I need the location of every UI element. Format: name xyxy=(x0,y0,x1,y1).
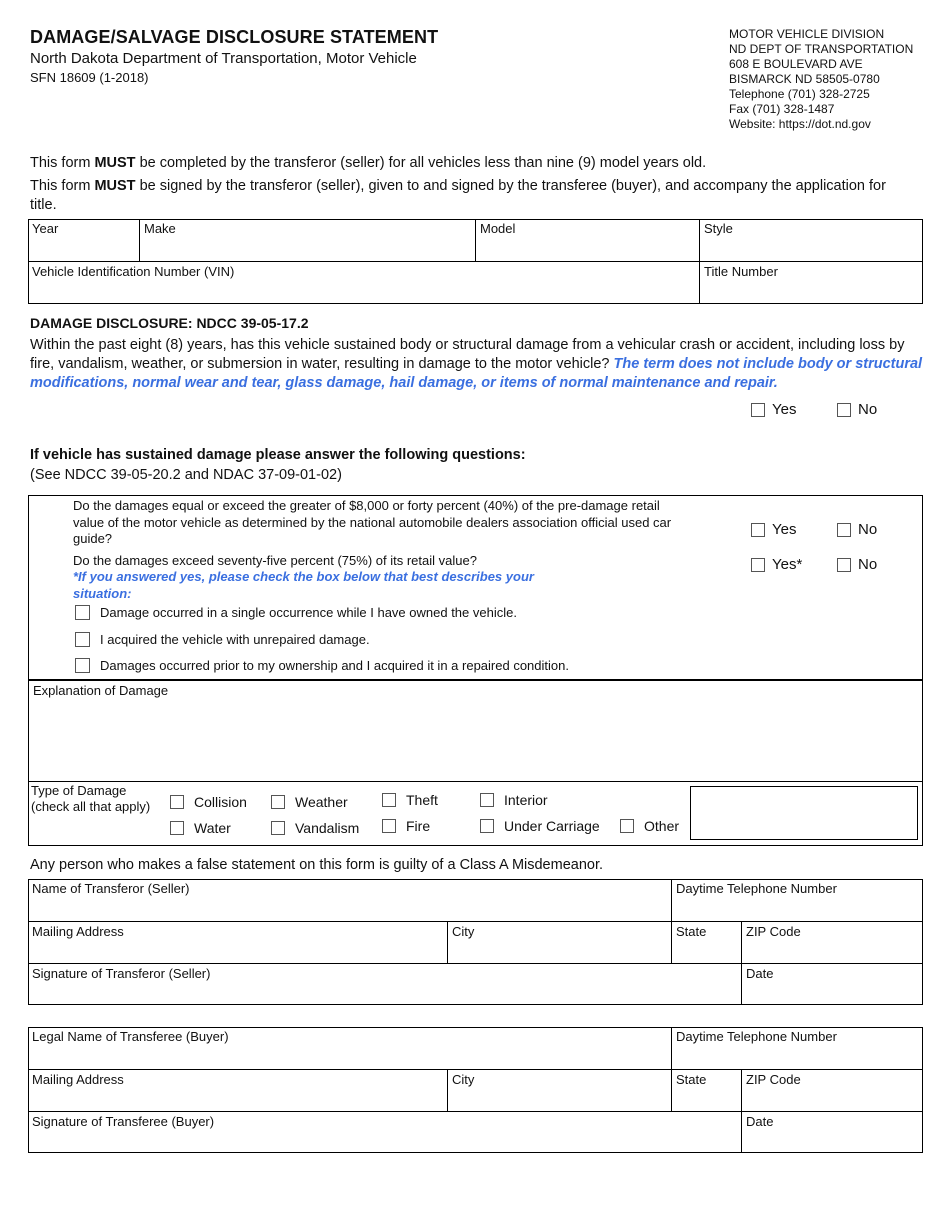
address-line: Fax (701) 328-1487 xyxy=(729,102,835,116)
theft-checkbox[interactable] xyxy=(382,793,396,807)
question-2: Do the damages exceed seventy-five perce… xyxy=(73,553,477,568)
buyer-info-table: Legal Name of Transferee (Buyer) Daytime… xyxy=(28,1027,923,1153)
vin-field[interactable]: Vehicle Identification Number (VIN) xyxy=(28,261,699,303)
address-line: Telephone (701) 328-2725 xyxy=(729,87,870,101)
vandalism-checkbox[interactable] xyxy=(271,821,285,835)
seller-date-field[interactable]: Date xyxy=(741,963,923,1005)
situation-checkbox-3[interactable] xyxy=(75,658,90,673)
buyer-name-field[interactable]: Legal Name of Transferee (Buyer) xyxy=(28,1027,671,1069)
buyer-phone-field[interactable]: Daytime Telephone Number xyxy=(671,1027,923,1069)
buyer-date-field[interactable]: Date xyxy=(741,1111,923,1153)
style-field[interactable]: Style xyxy=(699,219,923,261)
followup-questions-box: Do the damages equal or exceed the great… xyxy=(28,495,923,680)
address-line: MOTOR VEHICLE DIVISION xyxy=(729,27,885,41)
agency-address: MOTOR VEHICLE DIVISION ND DEPT OF TRANSP… xyxy=(729,27,913,132)
situation-checkbox-1[interactable] xyxy=(75,605,90,620)
buyer-address-field[interactable]: Mailing Address xyxy=(28,1069,447,1111)
situation-option-2[interactable]: I acquired the vehicle with unrepaired d… xyxy=(75,632,370,647)
q2-no-checkbox[interactable] xyxy=(837,557,851,572)
intro-paragraph-2: This form MUST be signed by the transfer… xyxy=(30,178,886,213)
buyer-zip-field[interactable]: ZIP Code xyxy=(741,1069,923,1111)
disclosure-heading: DAMAGE DISCLOSURE: NDCC 39-05-17.2 xyxy=(30,315,309,331)
form-subtitle: North Dakota Department of Transportatio… xyxy=(30,50,417,67)
seller-state-field[interactable]: State xyxy=(671,921,741,963)
damage-type-label: Type of Damage (check all that apply) xyxy=(31,783,151,814)
other-checkbox[interactable] xyxy=(620,819,634,833)
model-field[interactable]: Model xyxy=(475,219,699,261)
q2-note: *If you answered yes, please check the b… xyxy=(73,569,534,601)
seller-name-field[interactable]: Name of Transferor (Seller) xyxy=(28,879,671,921)
form-number: SFN 18609 (1-2018) xyxy=(30,70,149,85)
vehicle-info-table: Year Make Model Style Vehicle Identifica… xyxy=(28,219,923,304)
q2-yes-checkbox[interactable] xyxy=(751,557,765,572)
situation-option-1[interactable]: Damage occurred in a single occurrence w… xyxy=(75,605,517,620)
form-title: DAMAGE/SALVAGE DISCLOSURE STATEMENT xyxy=(30,27,439,47)
seller-phone-field[interactable]: Daytime Telephone Number xyxy=(671,879,923,921)
damage-vandalism-option[interactable]: Vandalism xyxy=(271,820,359,836)
damage-water-option[interactable]: Water xyxy=(170,820,231,836)
collision-checkbox[interactable] xyxy=(170,795,184,809)
damage-undercarriage-option[interactable]: Under Carriage xyxy=(480,818,600,834)
water-checkbox[interactable] xyxy=(170,821,184,835)
q1-yes-option[interactable]: Yes xyxy=(751,521,796,538)
buyer-city-field[interactable]: City xyxy=(447,1069,671,1111)
address-line: 608 E BOULEVARD AVE xyxy=(729,57,863,71)
damage-other-option[interactable]: Other xyxy=(620,818,679,834)
q1-no-option[interactable]: No xyxy=(837,521,877,538)
fire-checkbox[interactable] xyxy=(382,819,396,833)
interior-checkbox[interactable] xyxy=(480,793,494,807)
seller-city-field[interactable]: City xyxy=(447,921,671,963)
situation-option-3[interactable]: Damages occurred prior to my ownership a… xyxy=(75,658,569,673)
damage-fire-option[interactable]: Fire xyxy=(382,818,430,834)
address-line: ND DEPT OF TRANSPORTATION xyxy=(729,42,914,56)
damage-weather-option[interactable]: Weather xyxy=(271,794,348,810)
followup-heading: If vehicle has sustained damage please a… xyxy=(30,447,526,463)
other-damage-input[interactable] xyxy=(690,786,918,840)
explanation-field[interactable]: Explanation of Damage xyxy=(29,681,922,781)
followup-reference: (See NDCC 39-05-20.2 and NDAC 37-09-01-0… xyxy=(30,467,342,483)
buyer-state-field[interactable]: State xyxy=(671,1069,741,1111)
q2-no-option[interactable]: No xyxy=(837,556,877,573)
seller-address-field[interactable]: Mailing Address xyxy=(28,921,447,963)
damage-details-box: Explanation of Damage Type of Damage (ch… xyxy=(28,680,923,846)
damage-interior-option[interactable]: Interior xyxy=(480,792,548,808)
buyer-signature-field[interactable]: Signature of Transferee (Buyer) xyxy=(28,1111,741,1153)
q1-no-checkbox[interactable] xyxy=(837,522,851,537)
weather-checkbox[interactable] xyxy=(271,795,285,809)
disclosure-yes-checkbox[interactable] xyxy=(751,402,765,417)
disclosure-no-checkbox[interactable] xyxy=(837,402,851,417)
disclosure-no-option[interactable]: No xyxy=(837,401,877,418)
divider xyxy=(29,781,922,782)
q1-yes-checkbox[interactable] xyxy=(751,522,765,537)
damage-theft-option[interactable]: Theft xyxy=(382,792,438,808)
misdemeanor-warning: Any person who makes a false statement o… xyxy=(30,857,604,873)
seller-zip-field[interactable]: ZIP Code xyxy=(741,921,923,963)
address-line: BISMARCK ND 58505-0780 xyxy=(729,72,880,86)
under-carriage-checkbox[interactable] xyxy=(480,819,494,833)
make-field[interactable]: Make xyxy=(139,219,475,261)
title-number-field[interactable]: Title Number xyxy=(699,261,923,303)
disclosure-yes-option[interactable]: Yes xyxy=(751,401,796,418)
situation-checkbox-2[interactable] xyxy=(75,632,90,647)
seller-signature-field[interactable]: Signature of Transferor (Seller) xyxy=(28,963,741,1005)
year-field[interactable]: Year xyxy=(28,219,139,261)
intro-paragraph-1: This form MUST be completed by the trans… xyxy=(30,155,707,171)
damage-collision-option[interactable]: Collision xyxy=(170,794,247,810)
q2-yes-option[interactable]: Yes* xyxy=(751,556,802,573)
seller-info-table: Name of Transferor (Seller) Daytime Tele… xyxy=(28,879,923,1005)
question-1: Do the damages equal or exceed the great… xyxy=(73,498,672,546)
disclosure-question: Within the past eight (8) years, has thi… xyxy=(30,337,923,391)
address-line: Website: https://dot.nd.gov xyxy=(729,117,871,131)
